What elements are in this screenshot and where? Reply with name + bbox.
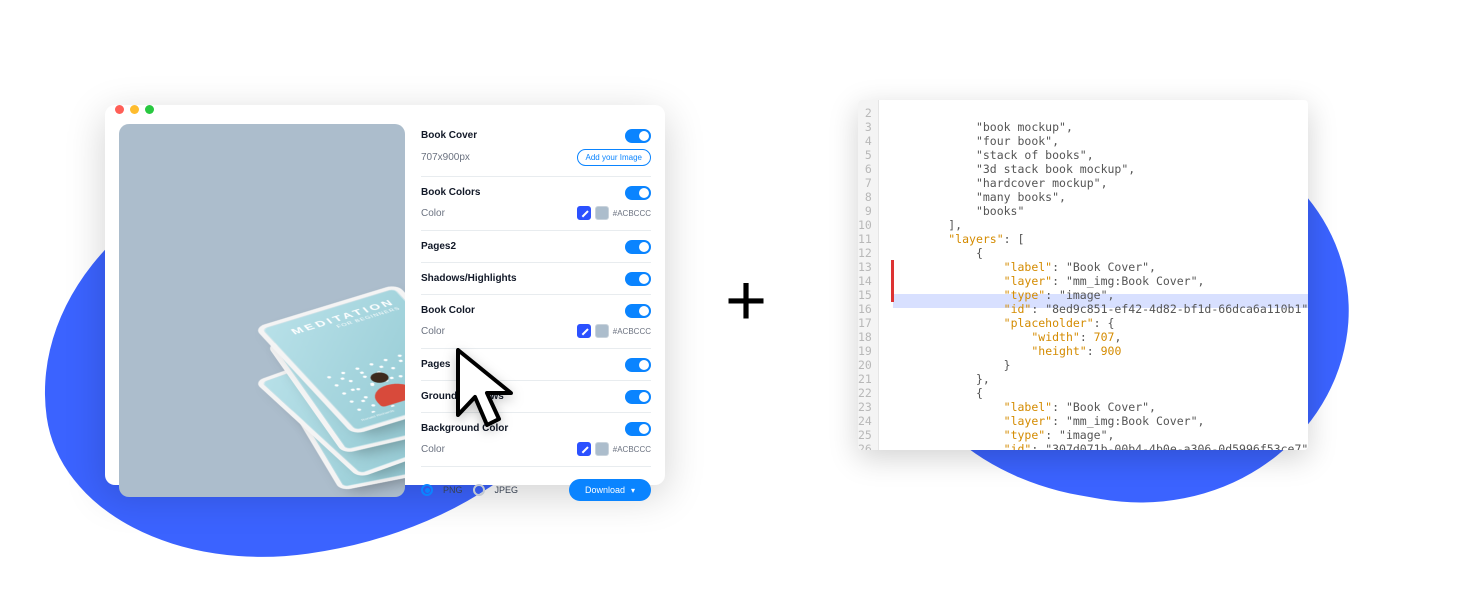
add-image-button[interactable]: Add your Image — [577, 149, 651, 166]
code-line[interactable]: } — [893, 358, 1308, 372]
preview-surface[interactable]: MEDITATION FOR BEGINNERS Ronald Richards — [119, 124, 405, 497]
section-pages: Pages — [421, 359, 450, 370]
code-line[interactable]: "many books", — [893, 190, 1308, 204]
code-line[interactable]: "layer": "mm_img:Book Cover", — [893, 414, 1308, 428]
color-hex-3: #ACBCCC — [613, 445, 651, 454]
dimensions-label: 707x900px — [421, 152, 470, 163]
radio-jpeg-label: JPEG — [495, 485, 519, 495]
zoom-dot[interactable] — [145, 105, 154, 114]
radio-png-label: PNG — [443, 485, 463, 495]
color-swatch-2[interactable] — [595, 324, 609, 338]
toggle-book-cover[interactable] — [625, 129, 651, 143]
color-label-2: Color — [421, 326, 445, 337]
section-pages2: Pages2 — [421, 241, 456, 252]
toggle-book-colors[interactable] — [625, 186, 651, 200]
code-line[interactable]: "id": "307d071b-00b4-4b0e-a306-0d5996f53… — [893, 442, 1308, 450]
cursor-arrow-icon — [453, 345, 523, 435]
color-picker-icon-3[interactable] — [577, 442, 591, 456]
code-line[interactable]: "label": "Book Cover", — [893, 260, 1308, 274]
code-line[interactable]: "type": "image", — [893, 288, 1308, 302]
toggle-shadows[interactable] — [625, 272, 651, 286]
cover-title: MEDITATION FOR BEGINNERS — [277, 297, 402, 344]
toggle-book-color[interactable] — [625, 304, 651, 318]
toggle-pages2[interactable] — [625, 240, 651, 254]
code-line[interactable]: "3d stack book mockup", — [893, 162, 1308, 176]
code-line[interactable]: "book mockup", — [893, 120, 1308, 134]
preview-pane: MEDITATION FOR BEGINNERS Ronald Richards — [105, 114, 415, 511]
code-line[interactable]: "stack of books", — [893, 148, 1308, 162]
code-line[interactable]: "width": 707, — [893, 330, 1308, 344]
format-radio-group: PNG JPEG — [421, 484, 518, 496]
settings-panel: Book Cover 707x900px Add your Image Book… — [415, 114, 665, 511]
color-picker-icon-2[interactable] — [577, 324, 591, 338]
mockup-editor-window: MEDITATION FOR BEGINNERS Ronald Richards… — [105, 105, 665, 485]
line-number-gutter: 2345678910111213141516171819202122232425… — [858, 100, 879, 450]
color-swatch-1[interactable] — [595, 206, 609, 220]
toggle-ground[interactable] — [625, 390, 651, 404]
color-label-1: Color — [421, 208, 445, 219]
code-line[interactable]: "four book", — [893, 134, 1308, 148]
color-swatch-3[interactable] — [595, 442, 609, 456]
code-line[interactable]: "placeholder": { — [893, 316, 1308, 330]
download-button[interactable]: Download▾ — [569, 479, 651, 501]
color-label-3: Color — [421, 444, 445, 455]
code-line[interactable]: "height": 900 — [893, 344, 1308, 358]
plus-separator: + — [725, 260, 767, 342]
code-line[interactable]: "layer": "mm_img:Book Cover", — [893, 274, 1308, 288]
radio-jpeg[interactable] — [473, 484, 485, 496]
code-line[interactable]: { — [893, 246, 1308, 260]
radio-png[interactable] — [421, 484, 433, 496]
code-line[interactable]: "hardcover mockup", — [893, 176, 1308, 190]
code-line[interactable]: { — [893, 386, 1308, 400]
code-editor-window: 2345678910111213141516171819202122232425… — [858, 100, 1308, 450]
section-book-color: Book Color — [421, 305, 475, 316]
section-shadows: Shadows/Highlights — [421, 273, 517, 284]
window-titlebar — [105, 105, 665, 114]
section-book-colors: Book Colors — [421, 187, 480, 198]
chevron-down-icon: ▾ — [631, 486, 635, 495]
color-picker-icon[interactable] — [577, 206, 591, 220]
code-line[interactable]: ], — [893, 218, 1308, 232]
code-line[interactable]: "id": "8ed9c851-ef42-4d82-bf1d-66dca6a11… — [893, 302, 1308, 316]
color-hex-1: #ACBCCC — [613, 209, 651, 218]
minimize-dot[interactable] — [130, 105, 139, 114]
color-hex-2: #ACBCCC — [613, 327, 651, 336]
toggle-bgcolor[interactable] — [625, 422, 651, 436]
close-dot[interactable] — [115, 105, 124, 114]
section-book-cover: Book Cover — [421, 130, 477, 141]
code-line[interactable]: "label": "Book Cover", — [893, 400, 1308, 414]
code-line[interactable]: "books" — [893, 204, 1308, 218]
code-line[interactable]: "type": "image", — [893, 428, 1308, 442]
code-line[interactable]: "layers": [ — [893, 232, 1308, 246]
toggle-pages[interactable] — [625, 358, 651, 372]
code-line[interactable]: }, — [893, 372, 1308, 386]
code-body[interactable]: "book mockup", "four book", "stack of bo… — [879, 100, 1308, 450]
